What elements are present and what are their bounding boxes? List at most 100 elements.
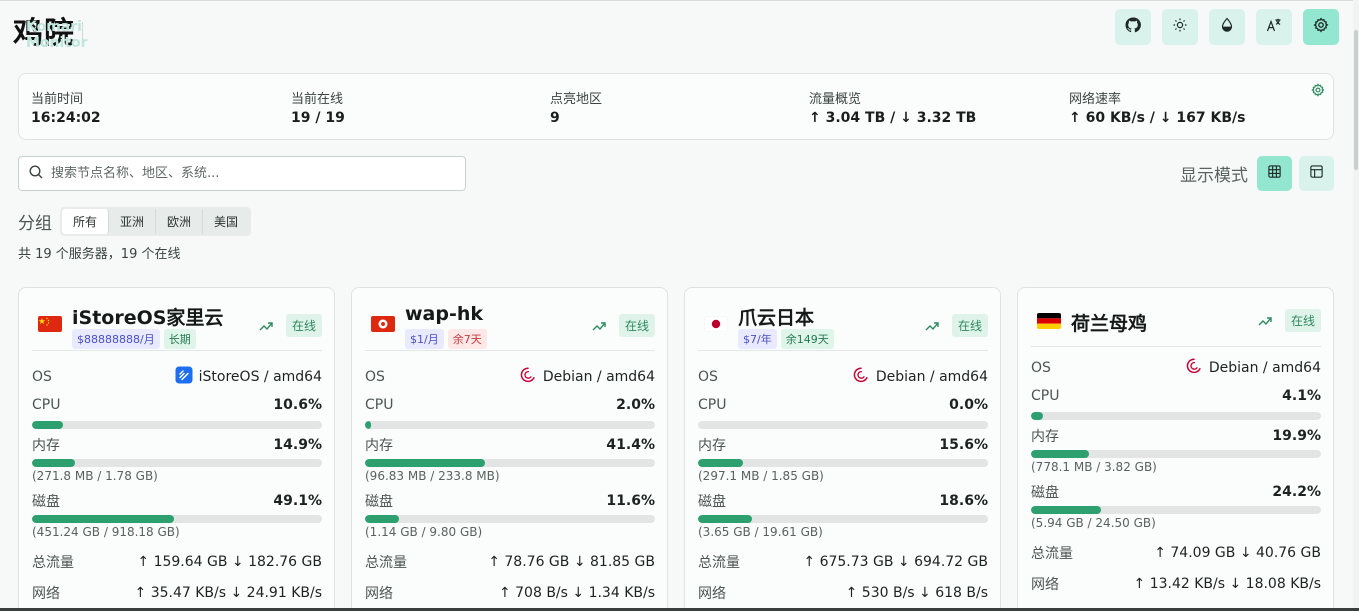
flag-cn-icon [38, 316, 62, 332]
flag-jp-icon [704, 316, 728, 332]
os-value: Debian / amd64 [1185, 357, 1321, 379]
cpu-bar [698, 421, 988, 429]
memory-label: 内存 [698, 438, 726, 454]
memory-bar-fill [32, 459, 76, 467]
cpu-value: 0.0% [949, 397, 988, 413]
os-value: iStoreOS / amd64 [175, 366, 322, 388]
search-input[interactable] [51, 166, 451, 181]
traffic-row: 总流量 ↑ 74.09 GB ↓ 40.76 GB [1031, 543, 1321, 563]
os-text: iStoreOS / amd64 [198, 369, 322, 385]
cpu-value: 2.0% [616, 397, 655, 413]
traffic-value: ↑ 675.73 GB ↓ 694.72 GB [803, 554, 988, 570]
grid-icon [1267, 164, 1282, 183]
disk-bar-fill [1031, 506, 1102, 514]
network-row: 网络 ↑ 13.42 KB/s ↓ 18.08 KB/s [1031, 574, 1321, 594]
cpu-label: CPU [1031, 388, 1060, 404]
disk-detail: (5.94 GB / 24.50 GB) [1031, 516, 1156, 530]
server-name[interactable]: 荷兰母鸡 [1071, 309, 1147, 336]
group-tab-europe[interactable]: 欧洲 [156, 209, 204, 234]
status-badge: 在线 [285, 314, 322, 337]
group-tab-usa[interactable]: 美国 [203, 209, 249, 234]
cpu-row: CPU 4.1% [1031, 388, 1321, 404]
disk-value: 24.2% [1272, 484, 1321, 500]
stat-online: 当前在线 19 / 19 [291, 88, 345, 126]
server-name[interactable]: wap-hk [405, 303, 483, 325]
os-row: OS Debian / amd64 [1031, 357, 1321, 379]
memory-row: 内存 14.9% [32, 435, 322, 455]
disk-row: 磁盘 11.6% [365, 491, 655, 511]
memory-detail: (778.1 MB / 3.82 GB) [1031, 460, 1157, 474]
card-tag: 长期 [163, 329, 196, 349]
os-text: Debian / amd64 [542, 369, 655, 385]
disk-value: 18.6% [939, 493, 988, 509]
traffic-label: 总流量 [1031, 546, 1073, 562]
server-card[interactable]: 荷兰母鸡 在线 OS Debian / amd64 CPU 4.1% 内存 19… [1017, 287, 1334, 611]
debian-icon [1185, 357, 1203, 379]
traffic-row: 总流量 ↑ 78.76 GB ↓ 81.85 GB [365, 552, 655, 572]
server-name[interactable]: iStoreOS家里云 [72, 303, 223, 330]
disk-bar [365, 515, 655, 523]
network-value: ↑ 530 B/s ↓ 618 B/s [845, 585, 988, 601]
server-card[interactable]: iStoreOS家里云 $88888888/月 长期 在线 OS iStoreOS… [18, 287, 335, 611]
search-box[interactable] [18, 156, 466, 191]
view-mode-label: 显示模式 [1180, 166, 1248, 186]
network-label: 网络 [698, 586, 726, 602]
cpu-bar-fill [365, 421, 371, 429]
card-header: 爪云日本 $7/年 余149天 在线 [698, 301, 988, 351]
group-filter: 分组 所有 亚洲 欧洲 美国 [18, 207, 252, 236]
grid-view-button[interactable] [1257, 156, 1292, 191]
color-theme-button[interactable] [1209, 9, 1245, 45]
memory-detail: (96.83 MB / 233.8 MB) [365, 469, 500, 483]
disk-label: 磁盘 [365, 494, 393, 510]
search-icon [28, 164, 51, 184]
cpu-bar-fill [1031, 412, 1043, 420]
view-mode-switch: 显示模式 [1180, 156, 1334, 191]
os-value: Debian / amd64 [852, 366, 988, 388]
cpu-bar-fill [32, 421, 63, 429]
memory-bar [1031, 450, 1321, 458]
memory-value: 14.9% [273, 437, 322, 453]
network-label: 网络 [1031, 577, 1059, 593]
server-card[interactable]: wap-hk $1/月 余7天 在线 OS Debian / amd64 CPU … [351, 287, 668, 611]
server-card[interactable]: 爪云日本 $7/年 余149天 在线 OS Debian / amd64 CPU … [684, 287, 1001, 611]
table-view-button[interactable] [1299, 156, 1334, 191]
settings-button[interactable] [1303, 9, 1339, 45]
trend-up-icon[interactable] [259, 318, 273, 332]
os-row: OS Debian / amd64 [365, 366, 655, 388]
card-header: iStoreOS家里云 $88888888/月 长期 在线 [32, 301, 322, 351]
disk-bar-fill [698, 515, 752, 523]
stat-label: 流量概览 [809, 92, 862, 107]
scrollbar-thumb[interactable] [1354, 30, 1358, 170]
card-tags: $1/月 余7天 [405, 329, 487, 349]
language-icon [1266, 17, 1282, 37]
debian-icon [519, 366, 537, 388]
memory-bar [32, 459, 322, 467]
status-badge: 在线 [618, 314, 655, 337]
trend-up-icon[interactable] [592, 318, 606, 332]
github-button[interactable] [1115, 9, 1151, 45]
droplet-icon [1219, 17, 1235, 37]
site-subtitle: Komari Monitor [26, 19, 88, 51]
group-tab-asia[interactable]: 亚洲 [109, 209, 157, 234]
disk-label: 磁盘 [32, 494, 60, 510]
flag-hk-icon [371, 316, 395, 332]
memory-value: 41.4% [606, 437, 655, 453]
traffic-row: 总流量 ↑ 675.73 GB ↓ 694.72 GB [698, 552, 988, 572]
os-label: OS [32, 369, 52, 385]
trend-up-icon[interactable] [925, 318, 939, 332]
server-name[interactable]: 爪云日本 [738, 303, 814, 330]
overview-settings-icon[interactable] [1311, 82, 1325, 97]
table-icon [1309, 164, 1324, 183]
scrollbar[interactable] [1353, 0, 1359, 611]
theme-toggle-button[interactable] [1162, 9, 1198, 45]
server-count: 共 19 个服务器，19 个在线 [18, 247, 181, 262]
memory-detail: (271.8 MB / 1.78 GB) [32, 469, 158, 483]
trend-up-icon[interactable] [1258, 313, 1272, 327]
language-button[interactable] [1256, 9, 1292, 45]
network-value: ↑ 13.42 KB/s ↓ 18.08 KB/s [1133, 576, 1321, 592]
os-text: Debian / amd64 [875, 369, 988, 385]
group-tab-all[interactable]: 所有 [62, 209, 110, 234]
stat-traffic: 流量概览 ↑ 3.04 TB / ↓ 3.32 TB [809, 88, 976, 126]
os-label: OS [698, 369, 718, 385]
cpu-label: CPU [32, 397, 61, 413]
